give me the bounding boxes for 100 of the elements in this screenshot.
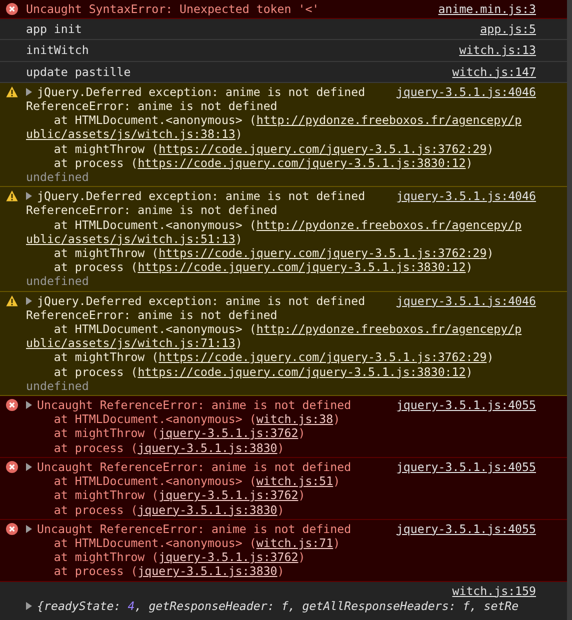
error-icon	[6, 460, 18, 473]
source-link[interactable]: jquery-3.5.1.js:4055	[396, 398, 536, 412]
source-link[interactable]: jquery-3.5.1.js:4046	[396, 84, 536, 100]
file-link[interactable]: witch.js:71	[256, 536, 334, 550]
expand-triangle-icon[interactable]	[26, 401, 32, 410]
source-link[interactable]: jquery-3.5.1.js:4055	[396, 522, 536, 536]
log-text: jQuery.Deferred exception: anime is not defined	[37, 294, 366, 308]
log-text: at HTMLDocument.<anonymous> (	[52, 322, 256, 336]
log-text: )	[333, 412, 340, 426]
file-link[interactable]: http://pydonze.freeboxos.fr/agencepy/p	[256, 322, 522, 336]
log-text: ReferenceError: anime is not defined	[26, 99, 278, 114]
source-link[interactable]: anime.min.js:3	[438, 2, 536, 16]
log-text: at process (	[52, 440, 138, 455]
log-text: )	[298, 426, 306, 441]
log-text: )	[466, 156, 473, 170]
log-text: at process (	[52, 502, 138, 517]
file-link[interactable]: https://code.jquery.com/jquery-3.5.1.js:3762:29	[158, 246, 487, 260]
log-text: update pastille	[26, 64, 131, 79]
file-link[interactable]: jquery-3.5.1.js:3762	[158, 550, 298, 564]
log-text: )	[235, 127, 242, 142]
file-link[interactable]: ublic/assets/js/witch.js:38:13	[26, 127, 236, 142]
log-text: ReferenceError: anime is not defined	[26, 203, 278, 218]
expand-triangle-icon[interactable]	[26, 88, 32, 96]
file-link[interactable]: witch.js:38	[256, 412, 334, 426]
expand-triangle-icon[interactable]	[26, 462, 32, 471]
file-link[interactable]: jquery-3.5.1.js:3830	[138, 502, 278, 517]
expand-triangle-icon[interactable]	[26, 192, 32, 200]
source-link[interactable]: witch.js:13	[459, 43, 536, 58]
log-text: Uncaught ReferenceError: anime is not defined	[37, 460, 352, 474]
file-link[interactable]: http://pydonze.freeboxos.fr/agencepy/p	[256, 218, 522, 232]
log-text: at process (	[52, 156, 138, 170]
log-text: )	[298, 550, 306, 564]
log-text: )	[277, 564, 284, 579]
source-link[interactable]: witch.js:147	[452, 64, 536, 79]
file-link[interactable]: https://code.jquery.com/jquery-3.5.1.js:3830:12	[138, 156, 466, 170]
log-text: at process (	[52, 260, 138, 274]
log-text: at mightThrow (	[52, 550, 159, 564]
file-link[interactable]: ublic/assets/js/witch.js:71:13	[26, 336, 236, 350]
log-text: at mightThrow (	[52, 142, 159, 156]
log-text: )	[486, 350, 494, 365]
source-link[interactable]: jquery-3.5.1.js:4046	[396, 294, 536, 308]
log-text: app init	[26, 22, 82, 36]
file-link[interactable]: http://pydonze.freeboxos.fr/agencepy/p	[256, 113, 522, 128]
source-link[interactable]: witch.js:159	[452, 584, 536, 598]
log-text: at mightThrow (	[52, 246, 159, 260]
log-text: )	[466, 260, 473, 274]
log-text: )	[277, 440, 284, 455]
file-link[interactable]: jquery-3.5.1.js:3762	[158, 426, 298, 441]
log-text: )	[486, 246, 494, 260]
file-link[interactable]: https://code.jquery.com/jquery-3.5.1.js:3762:29	[158, 350, 487, 365]
source-link[interactable]: app.js:5	[480, 22, 536, 36]
return-value: undefined	[26, 378, 89, 394]
log-text: )	[277, 502, 284, 517]
log-text: at HTMLDocument.<anonymous> (	[52, 113, 256, 128]
log-text: at mightThrow (	[52, 426, 159, 441]
return-value: undefined	[26, 274, 89, 289]
expand-triangle-icon[interactable]	[26, 524, 32, 533]
log-text: ReferenceError: anime is not defined	[26, 308, 278, 322]
log-text: at mightThrow (	[52, 350, 159, 365]
error-icon	[6, 3, 18, 15]
log-text: jQuery.Deferred exception: anime is not defined	[37, 189, 366, 204]
log-text: at HTMLDocument.<anonymous> (	[52, 412, 256, 426]
log-text: Uncaught ReferenceError: anime is not defined	[37, 522, 352, 536]
log-text: )	[466, 364, 473, 379]
log-text: at process (	[52, 564, 138, 579]
warning-icon	[6, 294, 18, 307]
file-link[interactable]: jquery-3.5.1.js:3762	[158, 488, 298, 502]
expand-triangle-icon[interactable]	[26, 602, 32, 610]
log-text: {readyState:	[37, 598, 122, 613]
log-text: )	[486, 142, 494, 156]
source-link[interactable]: jquery-3.5.1.js:4055	[396, 460, 536, 474]
file-link[interactable]: jquery-3.5.1.js:3830	[138, 440, 278, 455]
file-link[interactable]: https://code.jquery.com/jquery-3.5.1.js:3830:12	[138, 364, 466, 379]
file-link[interactable]: ublic/assets/js/witch.js:51:13	[26, 232, 236, 246]
scrollbar[interactable]	[567, 0, 572, 620]
warning-icon	[6, 86, 18, 98]
error-icon	[6, 399, 18, 412]
log-text: )	[333, 474, 340, 488]
file-link[interactable]: witch.js:51	[256, 474, 334, 488]
log-text: jQuery.Deferred exception: anime is not defined	[37, 84, 366, 100]
log-text: )	[298, 488, 306, 502]
log-text: at HTMLDocument.<anonymous> (	[52, 474, 256, 488]
error-icon	[6, 522, 18, 535]
log-text: at mightThrow (	[52, 488, 159, 502]
log-text: at HTMLDocument.<anonymous> (	[52, 218, 256, 232]
log-text: Uncaught ReferenceError: anime is not defined	[37, 398, 352, 412]
log-text: at process (	[52, 364, 138, 379]
file-link[interactable]: https://code.jquery.com/jquery-3.5.1.js:3762:29	[158, 142, 487, 156]
log-text: )	[235, 232, 242, 246]
log-text: )	[333, 536, 340, 550]
file-link[interactable]: https://code.jquery.com/jquery-3.5.1.js:3830:12	[138, 260, 466, 274]
log-text: at HTMLDocument.<anonymous> (	[52, 536, 256, 550]
return-value: undefined	[26, 170, 89, 184]
log-text: , getResponseHeader: f, getAllResponseHeaders: f, setRe	[134, 598, 519, 613]
log-text: Uncaught SyntaxError: Unexpected token '<'	[26, 2, 320, 16]
source-link[interactable]: jquery-3.5.1.js:4046	[396, 189, 536, 204]
log-text: initWitch	[26, 43, 89, 58]
file-link[interactable]: jquery-3.5.1.js:3830	[138, 564, 278, 579]
log-text: )	[235, 336, 242, 350]
expand-triangle-icon[interactable]	[26, 296, 32, 305]
